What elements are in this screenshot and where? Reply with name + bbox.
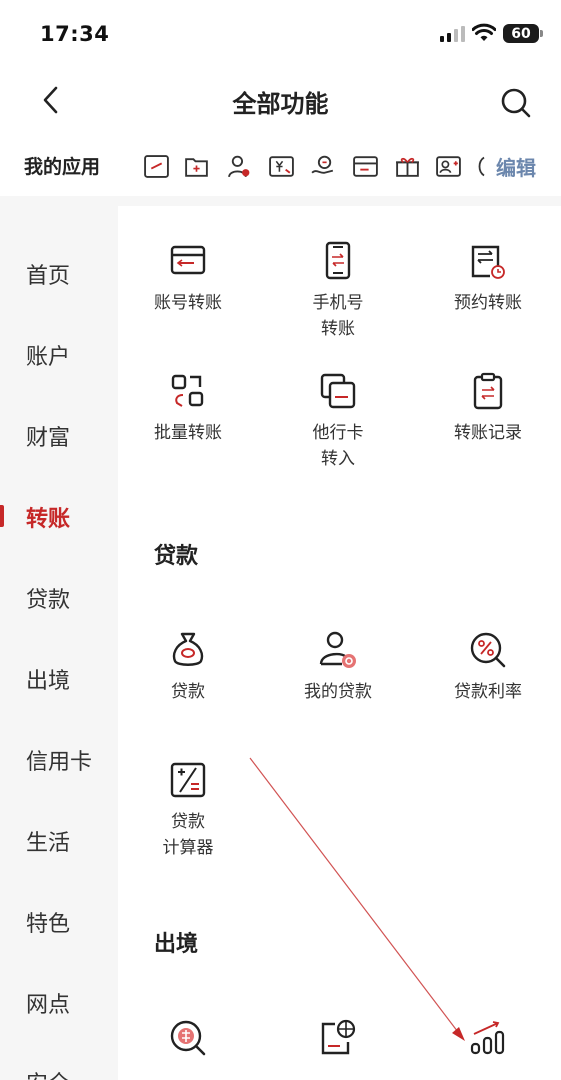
global-card-icon (321, 1019, 356, 1055)
sidebar-item-security[interactable]: 安全 (26, 1066, 70, 1080)
global-card-item[interactable] (268, 1018, 408, 1067)
phone-transfer-icon (325, 241, 351, 280)
exchange-item[interactable] (118, 1018, 258, 1067)
scheduled-transfer-icon (471, 245, 505, 279)
loan-label: 贷款 (171, 682, 205, 702)
section-divider (0, 196, 561, 206)
transfer-record-label: 转账记录 (454, 423, 522, 443)
person-shortcut-icon[interactable] (226, 153, 253, 180)
status-bar: 17:34 60 (0, 0, 561, 68)
phone-transfer-item[interactable]: 手机号 转账 (268, 241, 408, 342)
scheduled-transfer-item[interactable]: 预约转账 (418, 241, 558, 316)
transfer-shortcut-icon[interactable] (143, 153, 170, 180)
section-title-abroad: 出境 (154, 932, 199, 957)
loan-rate-item[interactable]: 贷款利率 (418, 630, 558, 705)
sidebar-item-credit-card[interactable]: 信用卡 (26, 744, 92, 776)
nav-bar: 全部功能 (0, 70, 561, 130)
rate-chart-item[interactable] (418, 1018, 558, 1067)
hand-coin-shortcut-icon[interactable] (310, 153, 337, 180)
loan-calculator-icon (170, 762, 206, 798)
yuan-shortcut-icon[interactable] (268, 153, 295, 180)
other-bank-card-icon (320, 373, 356, 409)
section-title-loan: 贷款 (154, 544, 199, 569)
exchange-icon (170, 1020, 206, 1056)
sidebar-item-wealth[interactable]: 财富 (26, 420, 70, 452)
sidebar-item-home[interactable]: 首页 (26, 258, 70, 290)
sidebar-active-indicator (0, 505, 4, 527)
search-icon[interactable] (498, 85, 532, 121)
card-transfer-icon (170, 245, 206, 275)
my-apps-row: 我的应用 编辑 (0, 140, 561, 194)
money-bag-icon (172, 632, 204, 666)
batch-transfer-item[interactable]: 批量转账 (118, 371, 258, 446)
page-title: 全部功能 (232, 90, 329, 118)
my-apps-label: 我的应用 (24, 156, 101, 178)
battery-indicator: 60 (503, 24, 543, 43)
batch-transfer-icon (171, 374, 204, 407)
batch-transfer-label: 批量转账 (154, 423, 222, 443)
sidebar-item-branch[interactable]: 网点 (26, 987, 70, 1019)
sidebar-item-account[interactable]: 账户 (26, 339, 70, 371)
contact-card-shortcut-icon[interactable] (435, 153, 462, 180)
folder-shortcut-icon[interactable] (183, 153, 210, 180)
my-loan-item[interactable]: 我的贷款 (268, 630, 408, 705)
wifi-icon (472, 23, 496, 41)
transfer-record-icon (473, 372, 503, 410)
phone-transfer-label: 手机号 转账 (312, 293, 364, 339)
account-transfer-label: 账号转账 (154, 293, 222, 313)
loan-calculator-label: 贷款 计算器 (162, 812, 214, 858)
gift-shortcut-icon[interactable] (394, 153, 421, 180)
loan-calculator-item[interactable]: 贷款 计算器 (118, 760, 258, 861)
more-shortcut-icon[interactable] (474, 153, 488, 180)
window-shortcut-icon[interactable] (352, 153, 379, 180)
sidebar-item-abroad[interactable]: 出境 (26, 663, 70, 695)
my-loan-label: 我的贷款 (304, 682, 372, 702)
scheduled-transfer-label: 预约转账 (454, 293, 522, 313)
category-sidebar: 首页 账户 财富 转账 贷款 出境 信用卡 生活 特色 网点 安全 (0, 206, 118, 1080)
status-time: 17:34 (40, 22, 110, 46)
edit-button[interactable]: 编辑 (496, 152, 536, 181)
account-transfer-item[interactable]: 账号转账 (118, 241, 258, 316)
sidebar-item-featured[interactable]: 特色 (26, 906, 70, 938)
other-bank-transfer-in-item[interactable]: 他行卡 转入 (268, 371, 408, 472)
rate-chart-icon (470, 1021, 505, 1055)
loan-rate-label: 贷款利率 (454, 682, 522, 702)
sidebar-item-life[interactable]: 生活 (26, 825, 70, 857)
function-grid: 账号转账 手机号 转账 预约转账 批量转账 他行卡 转入 转账记录 贷款 贷款 … (118, 206, 561, 1080)
transfer-record-item[interactable]: 转账记录 (418, 371, 558, 446)
my-loan-icon (319, 631, 356, 668)
sidebar-item-transfer[interactable]: 转账 (26, 501, 70, 533)
loan-item[interactable]: 贷款 (118, 630, 258, 705)
other-bank-transfer-in-label: 他行卡 转入 (312, 423, 364, 469)
sidebar-item-loan[interactable]: 贷款 (26, 582, 70, 614)
loan-rate-icon (470, 632, 506, 668)
cellular-signal-icon (440, 26, 465, 42)
